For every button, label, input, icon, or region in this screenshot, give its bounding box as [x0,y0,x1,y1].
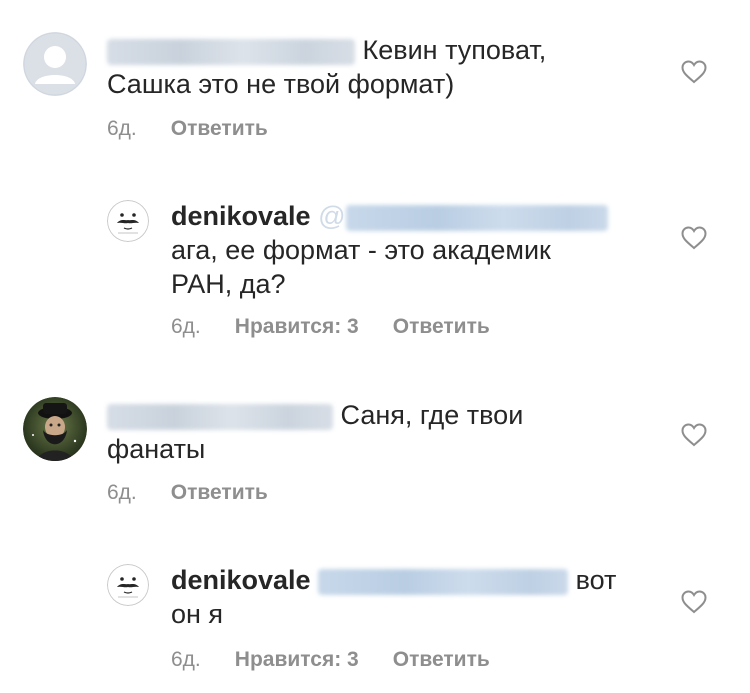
default-user-avatar-icon[interactable] [23,32,87,96]
heart-icon[interactable] [681,423,707,447]
heart-icon[interactable] [681,60,707,84]
reply-button[interactable]: Ответить [393,315,490,339]
reply-time: 6д. [171,315,201,338]
reply-button[interactable]: Ответить [171,117,268,141]
blurred-mention[interactable] [345,204,608,231]
reply-text: denikovale вот он я [171,563,616,631]
blurred-mention[interactable] [318,568,569,595]
likes-button[interactable]: Нравится: 3 [235,315,359,339]
comment-text: Саня, где твои фанаты [107,398,523,466]
reply-meta: 6д. Нравится: 3 Ответить [171,315,490,339]
reply-meta: 6д. Нравится: 3 Ответить [171,648,490,672]
comment-item: Кевин туповат, Сашка это не твой формат)… [0,0,750,170]
reply-button[interactable]: Ответить [171,481,268,505]
reply-username[interactable]: denikovale [171,565,311,595]
comment-line-2: Сашка это не твой формат) [107,69,455,99]
mustache-face-avatar[interactable] [107,200,149,242]
reply-line-2: РАН, да? [171,269,286,299]
reply-item: denikovale вот он я 6д. Нравится: 3 Отве… [0,540,750,693]
comment-meta: 6д. Ответить [107,481,268,505]
comment-line-2: фанаты [107,434,206,464]
reply-line-1: ага, ее формат - это академик [171,235,551,265]
reply-button[interactable]: Ответить [393,648,490,672]
heart-icon[interactable] [681,590,707,614]
likes-button[interactable]: Нравится: 3 [235,648,359,672]
comment-text: Кевин туповат, Сашка это не твой формат) [107,33,546,101]
comment-line-1: Саня, где твои [340,400,524,430]
blurred-username[interactable] [107,403,333,430]
mention-prefix: @ [318,201,346,231]
reply-line-1: вот [575,565,617,595]
comment-time: 6д. [107,117,137,140]
mustache-face-avatar[interactable] [107,564,149,606]
reply-item: denikovale @ ага, ее формат - это академ… [0,170,750,370]
comment-time: 6д. [107,481,137,504]
blurred-username[interactable] [107,38,355,65]
heart-icon[interactable] [681,226,707,250]
reply-time: 6д. [171,648,201,671]
user-photo-avatar[interactable] [23,397,87,461]
reply-line-2: он я [171,599,224,629]
comment-line-1: Кевин туповат, [362,35,547,65]
reply-username[interactable]: denikovale [171,201,311,231]
comment-meta: 6д. Ответить [107,117,268,141]
reply-text: denikovale @ ага, ее формат - это академ… [171,199,608,301]
comment-item: Саня, где твои фанаты 6д. Ответить [0,370,750,540]
